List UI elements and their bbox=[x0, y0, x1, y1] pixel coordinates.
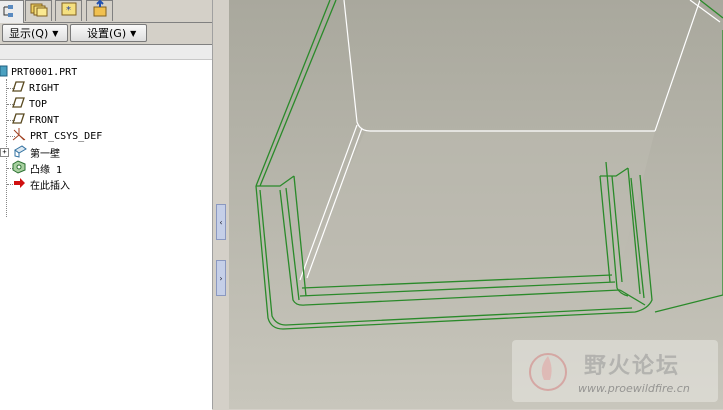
tree-root[interactable]: PRT0001.PRT bbox=[0, 64, 77, 80]
tree-item-label: FRONT bbox=[29, 114, 60, 126]
tree-item-flange[interactable]: 凸缘 1 bbox=[12, 159, 63, 177]
watermark-title: 野火论坛 bbox=[584, 354, 681, 379]
datum-plane-icon bbox=[12, 113, 25, 127]
graphics-viewport[interactable]: 野火论坛 www.proewildfire.cn bbox=[229, 0, 723, 409]
pane-splitter[interactable]: ‹ › bbox=[212, 0, 230, 409]
insert-here-arrow-icon bbox=[14, 177, 26, 191]
coordinate-system-icon bbox=[12, 127, 26, 145]
tree-item-label: TOP bbox=[29, 98, 48, 110]
connections-icon bbox=[91, 0, 109, 22]
watermark-logo: 野火论坛 www.proewildfire.cn bbox=[512, 340, 718, 402]
favorites-tab[interactable]: * bbox=[55, 0, 82, 21]
show-dropdown-label: 显示(Q) bbox=[9, 27, 49, 40]
tree-item-first-wall[interactable]: + 第一壁 bbox=[0, 144, 60, 160]
svg-text:*: * bbox=[66, 5, 71, 16]
folders-icon bbox=[30, 1, 48, 21]
navigator-pane: * 显示(Q) ▼ 设置(G) ▼ PRT0001.PRT RIGHT TOP … bbox=[0, 0, 212, 410]
show-dropdown[interactable]: 显示(Q) ▼ bbox=[2, 24, 68, 42]
chevron-left-icon: ‹ bbox=[219, 217, 223, 227]
tree-item-label: RIGHT bbox=[29, 82, 60, 94]
tree-item-insert-here[interactable]: 在此插入 bbox=[14, 176, 70, 192]
model-tree-icon bbox=[0, 3, 14, 22]
tree-item-right[interactable]: RIGHT bbox=[12, 80, 59, 96]
datum-plane-icon bbox=[12, 81, 25, 95]
watermark-url: www.proewildfire.cn bbox=[578, 382, 690, 395]
tree-item-front[interactable]: FRONT bbox=[12, 112, 59, 128]
folder-browser-tab[interactable] bbox=[25, 0, 52, 21]
tree-root-label: PRT0001.PRT bbox=[11, 66, 78, 78]
navigator-tabs: * bbox=[0, 0, 212, 23]
tree-item-csys[interactable]: PRT_CSYS_DEF bbox=[12, 127, 103, 145]
navigator-toolbar: 显示(Q) ▼ 设置(G) ▼ bbox=[0, 22, 212, 44]
flange-icon bbox=[12, 159, 26, 177]
settings-dropdown-label: 设置(G) bbox=[87, 27, 127, 40]
tree-item-label: 在此插入 bbox=[30, 180, 70, 192]
tree-item-label: 第一壁 bbox=[30, 148, 60, 160]
expand-right-button[interactable]: › bbox=[216, 260, 226, 296]
datum-plane-icon bbox=[12, 97, 25, 111]
flame-logo-icon bbox=[524, 346, 572, 398]
chevron-down-icon: ▼ bbox=[52, 28, 59, 38]
expand-plus-icon: + bbox=[0, 147, 9, 157]
first-wall-icon bbox=[13, 144, 27, 161]
chevron-down-icon: ▼ bbox=[130, 28, 137, 38]
favorites-star-icon: * bbox=[60, 1, 78, 21]
model-tree: PRT0001.PRT RIGHT TOP FRONT PRT_CSYS_DEF bbox=[0, 44, 212, 410]
tree-item-top[interactable]: TOP bbox=[12, 96, 47, 112]
tree-item-label: PRT_CSYS_DEF bbox=[30, 130, 103, 142]
model-tree-tab[interactable] bbox=[0, 0, 24, 23]
collapse-left-button[interactable]: ‹ bbox=[216, 204, 226, 240]
part-icon bbox=[0, 65, 8, 80]
tree-item-label: 凸缘 1 bbox=[30, 164, 63, 176]
chevron-right-icon: › bbox=[219, 273, 223, 283]
settings-dropdown[interactable]: 设置(G) ▼ bbox=[70, 24, 147, 42]
model-tree-header bbox=[0, 45, 212, 60]
connections-tab[interactable] bbox=[86, 0, 113, 21]
